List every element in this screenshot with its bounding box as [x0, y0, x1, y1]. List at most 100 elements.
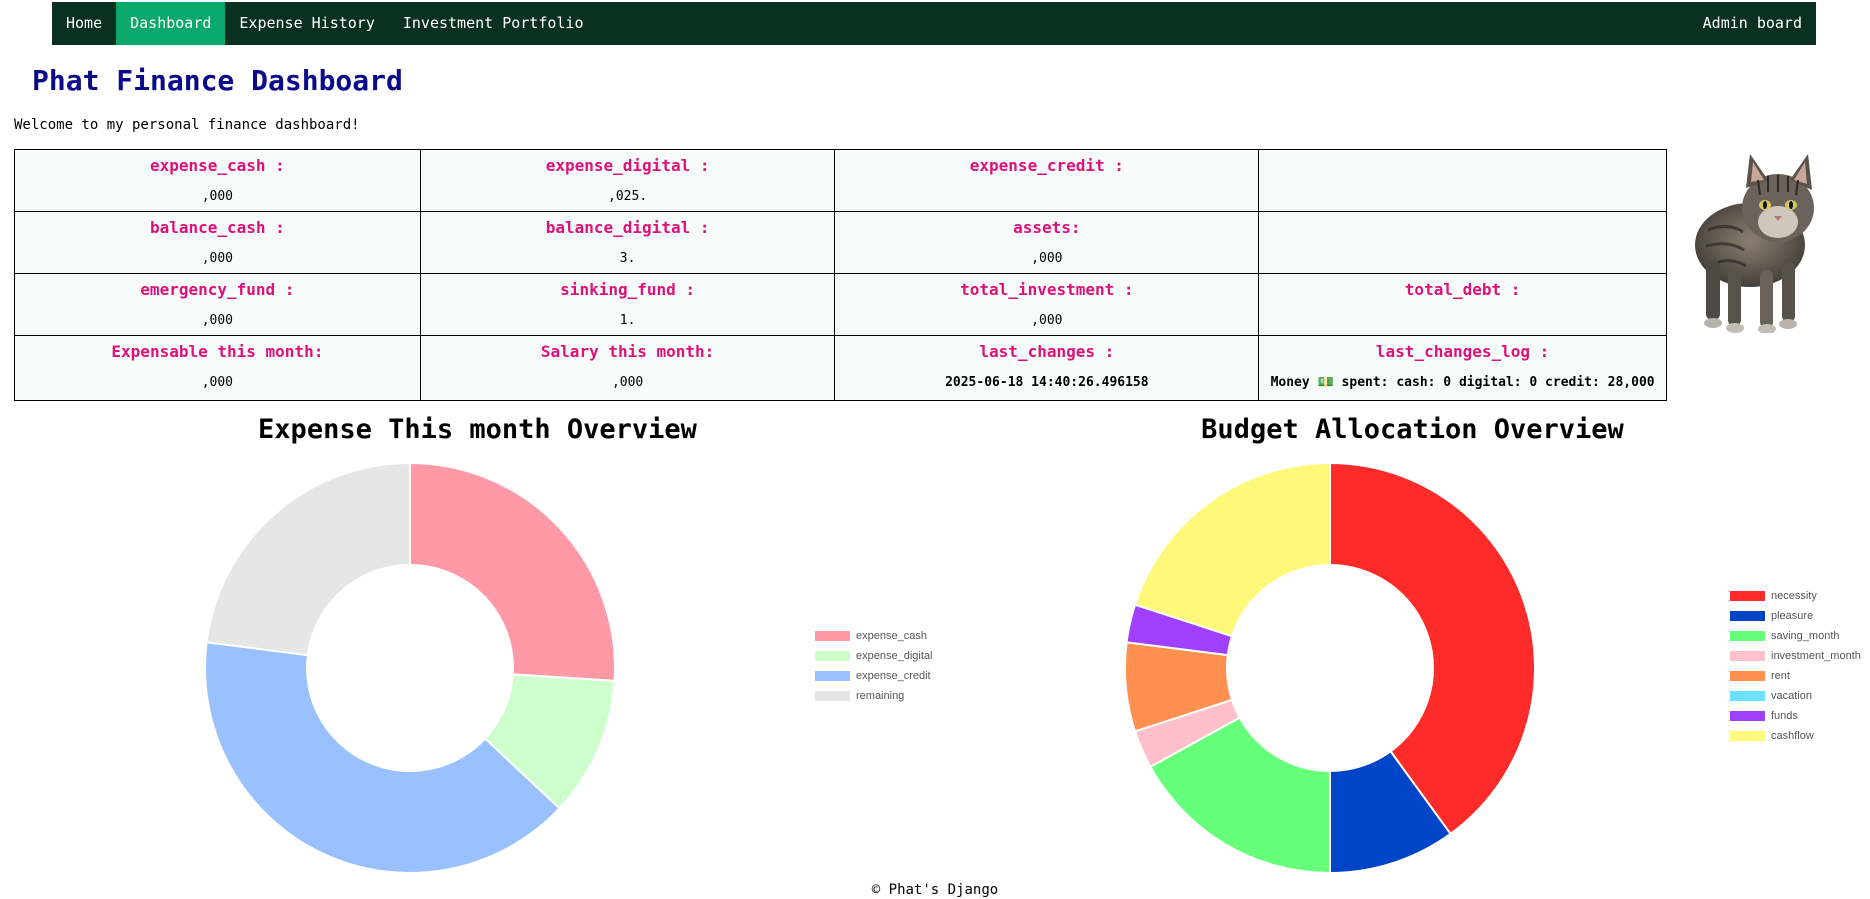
- slice-cashflow[interactable]: [1133, 461, 1331, 638]
- legend-item-expense-credit[interactable]: expense_credit: [815, 666, 932, 686]
- legend-swatch: [1730, 691, 1765, 701]
- stat-value: ,000: [201, 375, 234, 390]
- legend-item-saving-month[interactable]: saving_month: [1730, 626, 1861, 646]
- top-navbar: Home Dashboard Expense History Investmen…: [52, 2, 1816, 45]
- stat-label: last_changes_log :: [1375, 342, 1550, 361]
- table-row: expense_cash : ,000 expense_digital : ,025…: [14, 149, 1667, 212]
- slice-expense-cash[interactable]: [409, 461, 616, 682]
- legend-swatch: [1730, 631, 1765, 641]
- legend-label: rent: [1771, 670, 1790, 682]
- legend-item-pleasure[interactable]: pleasure: [1730, 606, 1861, 626]
- slice-expense-credit[interactable]: [204, 641, 561, 874]
- stat-value: 3.: [619, 251, 636, 266]
- legend-swatch: [815, 631, 850, 641]
- legend-label: necessity: [1771, 590, 1817, 602]
- stat-cell-expense-cash: expense_cash : ,000: [14, 149, 421, 212]
- stat-cell-total-investment: total_investment : ,000: [834, 273, 1260, 336]
- nav-expense-history[interactable]: Expense History: [225, 2, 388, 45]
- stat-value: ,000: [1031, 251, 1063, 266]
- budget-donut-chart: [1124, 461, 1536, 875]
- stat-value: ,025.: [608, 189, 648, 204]
- legend-label: cashflow: [1771, 730, 1814, 742]
- expense-donut-chart: [204, 461, 616, 874]
- stat-label: assets:: [1013, 218, 1081, 237]
- legend-swatch: [1730, 731, 1765, 741]
- stat-label: total_debt :: [1404, 280, 1521, 299]
- legend-item-investment-month[interactable]: investment_month: [1730, 646, 1861, 666]
- stat-cell-assets: assets: ,000: [834, 211, 1260, 274]
- stat-cell-expensable-month: Expensable this month: ,000: [14, 335, 421, 401]
- table-row: Expensable this month: ,000 Salary this m…: [14, 335, 1667, 401]
- stat-value: ,000: [201, 251, 234, 266]
- stat-cell-expense-credit: expense_credit :: [834, 149, 1260, 212]
- stat-label: balance_digital :: [545, 218, 710, 237]
- legend-label: saving_month: [1771, 630, 1840, 642]
- stat-label: Expensable this month:: [111, 342, 324, 361]
- legend-label: expense_digital: [856, 650, 933, 662]
- nav-admin-board[interactable]: Admin board: [1689, 2, 1816, 45]
- finance-stats-table: expense_cash : ,000 expense_digital : ,025…: [14, 149, 1667, 401]
- legend-item-funds[interactable]: funds: [1730, 706, 1861, 726]
- stat-cell-expense-digital: expense_digital : ,025.: [419, 149, 836, 212]
- legend-item-expense-cash[interactable]: expense_cash: [815, 626, 932, 646]
- nav-home[interactable]: Home: [52, 2, 116, 45]
- legend-item-cashflow[interactable]: cashflow: [1730, 726, 1861, 746]
- stat-cell-balance-digital: balance_digital : 3.: [419, 211, 836, 274]
- stat-value: Money 💵 spent: cash: 0 digital: 0 credit…: [1270, 375, 1655, 390]
- legend-label: expense_credit: [856, 670, 931, 682]
- legend-swatch: [1730, 651, 1765, 661]
- stat-value: ,000: [201, 189, 234, 204]
- stat-value: 1.: [619, 313, 636, 328]
- legend-swatch: [1730, 671, 1765, 681]
- table-row: balance_cash : ,000 balance_digital : 3. a…: [14, 211, 1667, 274]
- legend-swatch: [1730, 591, 1765, 601]
- stat-cell-empty: [1258, 211, 1667, 274]
- expense-chart-title: Expense This month Overview: [258, 414, 697, 445]
- stat-label: expense_digital :: [545, 156, 710, 175]
- stat-label: Salary this month:: [540, 342, 715, 361]
- cat-photo: [1695, 154, 1814, 333]
- welcome-text: Welcome to my personal finance dashboard…: [14, 117, 360, 133]
- legend-item-remaining[interactable]: remaining: [815, 686, 932, 706]
- legend-label: remaining: [856, 690, 905, 702]
- stat-cell-balance-cash: balance_cash : ,000: [14, 211, 421, 274]
- legend-item-rent[interactable]: rent: [1730, 666, 1861, 686]
- stat-cell-salary-month: Salary this month: ,000: [419, 335, 836, 401]
- table-row: emergency_fund : ,000 sinking_fund : 1. to…: [14, 273, 1667, 336]
- legend-item-expense-digital[interactable]: expense_digital: [815, 646, 932, 666]
- stat-label: total_investment :: [960, 280, 1134, 299]
- legend-swatch: [815, 691, 850, 701]
- legend-swatch: [1730, 611, 1765, 621]
- nav-dashboard[interactable]: Dashboard: [116, 2, 226, 45]
- stat-value: ,000: [1031, 313, 1063, 328]
- expense-chart-legend: expense_cash expense_digital expense_credi…: [815, 626, 932, 706]
- legend-item-vacation[interactable]: vacation: [1730, 686, 1861, 706]
- legend-label: investment_month: [1771, 650, 1861, 662]
- legend-item-necessity[interactable]: necessity: [1730, 586, 1861, 606]
- stat-cell-last-changes-log: last_changes_log : Money 💵 spent: cash: 0…: [1258, 335, 1667, 401]
- legend-label: funds: [1771, 710, 1798, 722]
- stat-label: last_changes :: [979, 342, 1115, 361]
- legend-swatch: [815, 651, 850, 661]
- legend-label: expense_cash: [856, 630, 927, 642]
- stat-cell-sinking-fund: sinking_fund : 1.: [419, 273, 836, 336]
- stat-label: emergency_fund :: [140, 280, 295, 299]
- stat-cell-last-changes: last_changes : 2025-06-18 14:40:26.496158: [834, 335, 1260, 401]
- budget-chart-title: Budget Allocation Overview: [1201, 414, 1624, 445]
- legend-label: pleasure: [1771, 610, 1814, 622]
- stat-cell-empty: [1258, 149, 1667, 212]
- legend-swatch: [1730, 711, 1765, 721]
- budget-chart-legend: necessity pleasure saving_month investment_…: [1730, 586, 1861, 746]
- footer-copyright: © Phat's Django: [871, 882, 999, 898]
- stat-value: ,000: [201, 313, 234, 328]
- stat-label: balance_cash :: [149, 218, 285, 237]
- legend-swatch: [815, 671, 850, 681]
- stat-label: sinking_fund :: [560, 280, 696, 299]
- stat-cell-emergency-fund: emergency_fund : ,000: [14, 273, 421, 336]
- legend-label: vacation: [1771, 690, 1812, 702]
- nav-investment-portfolio[interactable]: Investment Portfolio: [389, 2, 598, 45]
- stat-value: ,000: [611, 375, 644, 390]
- slice-remaining[interactable]: [205, 461, 411, 657]
- stat-label: expense_cash :: [149, 156, 285, 175]
- stat-cell-total-debt: total_debt :: [1258, 273, 1667, 336]
